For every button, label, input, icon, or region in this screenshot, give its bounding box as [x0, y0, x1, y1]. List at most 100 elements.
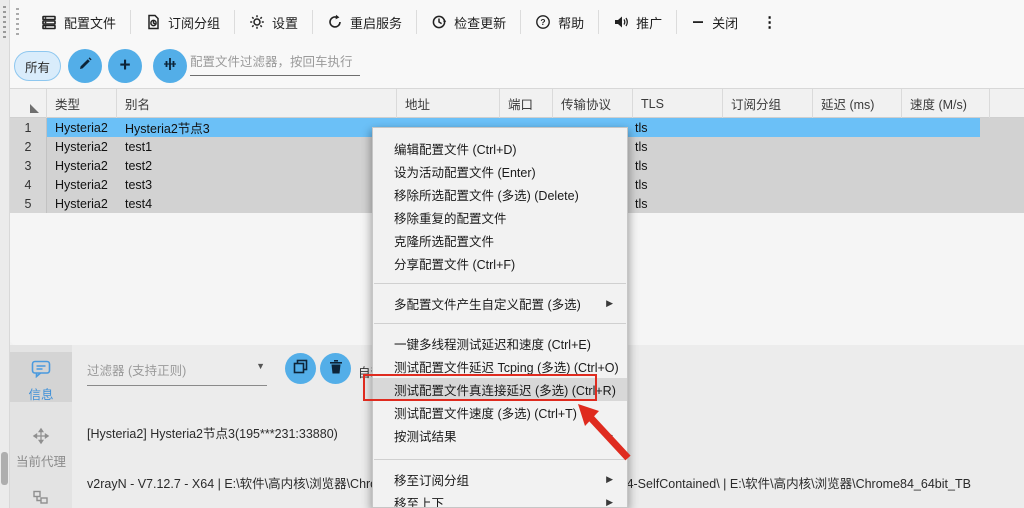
menu-item-clone-selected[interactable]: 克隆所选配置文件: [373, 229, 627, 252]
column-settings-button[interactable]: [153, 49, 187, 83]
col-header-delay[interactable]: 延迟 (ms): [813, 89, 902, 118]
toolbar-check-update-label: 检查更新: [454, 15, 507, 31]
toolbar-help-label: 帮助: [558, 15, 585, 31]
menu-item-label: 移除重复的配置文件: [394, 212, 507, 226]
menu-item-move-up-down[interactable]: 移至上下 ▶: [373, 491, 627, 508]
row-tls: tls: [635, 196, 648, 211]
sidebar-item-info-label: 信息: [28, 388, 54, 402]
table-header-row: 类型 别名 地址 端口 传输协议 TLS 订阅分组 延迟 (ms) 速度 (M/…: [10, 89, 1024, 118]
edit-group-button[interactable]: [68, 49, 102, 83]
copy-icon: [293, 359, 308, 379]
menu-item-label: 移至上下: [394, 497, 445, 508]
main-toolbar: 配置文件 订阅分组 设置 重启服务 检查更新 ? 帮助 推广 关闭 ⋮: [10, 0, 1024, 44]
menu-item-label: 测试配置文件速度 (多选) (Ctrl+T): [394, 407, 577, 421]
profile-filter-bar: 所有 +: [10, 44, 1024, 88]
menu-item-remove-selected[interactable]: 移除所选配置文件 (多选) (Delete): [373, 183, 627, 206]
svg-text:?: ?: [540, 17, 545, 27]
col-header-alias[interactable]: 别名: [117, 89, 397, 118]
sidebar-item-current-proxy[interactable]: 当前代理: [10, 427, 72, 470]
col-header-subscription[interactable]: 订阅分组: [723, 89, 813, 118]
toolbar-gripper[interactable]: [16, 8, 19, 36]
menu-item-label: 设为活动配置文件 (Enter): [394, 166, 536, 180]
toolbar-promote-button[interactable]: 推广: [599, 6, 676, 38]
menu-item-multi-custom-config[interactable]: 多配置文件产生自定义配置 (多选) ▶: [373, 292, 627, 315]
profile-filter-input[interactable]: [190, 52, 360, 76]
log-side-nav: 信息 当前代理: [10, 345, 72, 508]
toolbar-promote-label: 推广: [636, 15, 663, 31]
row-number: 5: [10, 194, 47, 213]
submenu-arrow-icon: ▶: [606, 474, 613, 484]
col-header-tls[interactable]: TLS: [633, 89, 723, 118]
clear-log-button[interactable]: [320, 353, 351, 384]
menu-item-set-active-profile[interactable]: 设为活动配置文件 (Enter): [373, 160, 627, 183]
select-all-corner[interactable]: [10, 89, 47, 118]
plus-icon: +: [119, 55, 131, 76]
help-icon: ?: [535, 14, 551, 30]
toolbar-restart-service-button[interactable]: 重启服务: [313, 6, 416, 38]
toolbar-help-button[interactable]: ? 帮助: [521, 6, 598, 38]
row-alias: test4: [125, 196, 153, 211]
move-arrows-icon: [32, 427, 50, 448]
window-left-strip: [0, 0, 10, 508]
corner-triangle-icon: [30, 104, 39, 113]
subscription-group-icon: [145, 14, 161, 30]
menu-item-label: 编辑配置文件 (Ctrl+D): [394, 143, 517, 157]
toolbar-settings-button[interactable]: 设置: [235, 6, 312, 38]
menu-item-label: 按测试结果: [394, 430, 457, 444]
sidebar-item-info[interactable]: 信息: [10, 352, 72, 402]
toolbar-profiles-button[interactable]: 配置文件: [27, 6, 130, 38]
chevron-down-icon: ▼: [256, 361, 265, 371]
row-number: 1: [10, 118, 47, 137]
left-scrollbar-thumb[interactable]: [1, 452, 8, 485]
toolbar-subscription-group-label: 订阅分组: [168, 15, 221, 31]
menu-item-label: 多配置文件产生自定义配置 (多选): [394, 298, 581, 312]
col-header-type[interactable]: 类型: [47, 89, 117, 118]
copy-log-button[interactable]: [285, 353, 316, 384]
toolbar-check-update-button[interactable]: 检查更新: [417, 6, 520, 38]
check-update-icon: [431, 14, 447, 30]
col-header-address[interactable]: 地址: [397, 89, 500, 118]
row-number: 3: [10, 156, 47, 175]
menu-item-label: 移除所选配置文件 (多选) (Delete): [394, 189, 579, 203]
toolbar-overflow-button[interactable]: ⋮: [752, 13, 787, 31]
log-filter-placeholder: 过滤器 (支持正则): [87, 364, 187, 378]
menu-item-label: 移至订阅分组: [394, 474, 470, 488]
menu-separator: [374, 323, 626, 324]
menu-item-edit-profile[interactable]: 编辑配置文件 (Ctrl+D): [373, 137, 627, 160]
menu-item-move-to-group[interactable]: 移至订阅分组 ▶: [373, 468, 627, 491]
col-header-port[interactable]: 端口: [500, 89, 553, 118]
restart-service-icon: [327, 14, 343, 30]
row-tls: tls: [635, 139, 648, 154]
log-filter-dropdown[interactable]: 过滤器 (支持正则) ▼: [87, 357, 267, 386]
group-all-button[interactable]: 所有: [14, 51, 61, 81]
toolbar-subscription-group-button[interactable]: 订阅分组: [131, 6, 234, 38]
message-bubble-icon: [31, 360, 51, 381]
profiles-icon: [41, 14, 57, 30]
menu-item-label: 分享配置文件 (Ctrl+F): [394, 258, 516, 272]
annotation-red-arrow-icon: [578, 404, 631, 461]
col-header-transport[interactable]: 传输协议: [553, 89, 633, 118]
menu-item-multithread-test[interactable]: 一键多线程测试延迟和速度 (Ctrl+E): [373, 332, 627, 355]
sidebar-item-current-proxy-label: 当前代理: [15, 455, 66, 469]
row-tls: tls: [635, 177, 648, 192]
row-type: Hysteria2: [55, 158, 108, 173]
menu-item-remove-duplicates[interactable]: 移除重复的配置文件: [373, 206, 627, 229]
menu-separator: [374, 283, 626, 284]
row-tls: tls: [635, 158, 648, 173]
col-header-speed[interactable]: 速度 (M/s): [902, 89, 990, 118]
toolbar-restart-service-label: 重启服务: [350, 15, 403, 31]
row-alias: test2: [125, 158, 153, 173]
add-group-button[interactable]: +: [108, 49, 142, 83]
sidebar-item-network[interactable]: [10, 490, 72, 508]
sliders-icon: [162, 56, 178, 77]
row-type: Hysteria2: [55, 196, 108, 211]
toolbar-settings-label: 设置: [272, 15, 299, 31]
row-number: 4: [10, 175, 47, 194]
toolbar-close-button[interactable]: 关闭: [677, 6, 752, 38]
row-type: Hysteria2: [55, 139, 108, 154]
pencil-icon: [77, 56, 93, 77]
menu-item-label: 克隆所选配置文件: [394, 235, 495, 249]
menu-item-share-profile[interactable]: 分享配置文件 (Ctrl+F): [373, 252, 627, 275]
row-alias: test3: [125, 177, 153, 192]
settings-gear-icon: [249, 14, 265, 30]
